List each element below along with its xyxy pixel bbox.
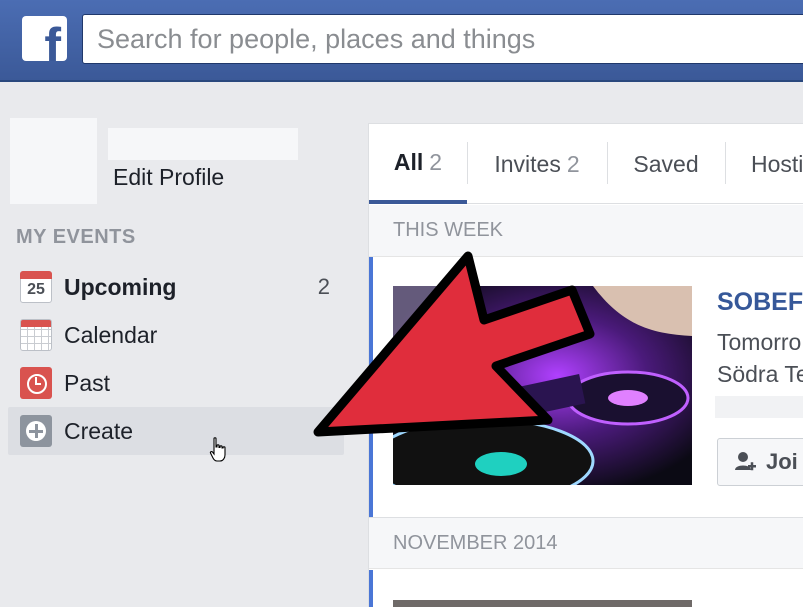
sidebar-item-upcoming[interactable]: 25 Upcoming 2	[8, 263, 344, 311]
sidebar-item-label: Create	[64, 417, 134, 444]
sidebar-item-label: Calendar	[64, 321, 158, 348]
facebook-logo-icon[interactable]: f	[22, 16, 67, 61]
search-input[interactable]	[82, 14, 803, 64]
calendar-date-icon: 25	[20, 271, 52, 303]
sidebar-item-create[interactable]: Create	[8, 407, 344, 455]
hand-cursor-icon	[209, 437, 226, 462]
events-tabs: All 2 Invites 2 Saved Hosti	[369, 124, 803, 204]
event-accent-bar	[369, 570, 373, 607]
top-bar: f	[0, 0, 803, 82]
edit-profile-link[interactable]: Edit Profile	[113, 164, 224, 191]
sidebar-item-past[interactable]: Past	[8, 359, 344, 407]
calendar-date-number: 25	[27, 281, 45, 298]
tab-label: Hosti	[751, 150, 803, 177]
add-person-icon	[735, 452, 756, 471]
plus-circle-icon	[20, 415, 52, 447]
logo-letter: f	[44, 18, 61, 61]
clock-icon	[20, 367, 52, 399]
event-location[interactable]: Södra Te	[717, 361, 803, 388]
red-arrow-annotation	[313, 251, 595, 437]
tab-label: Invites	[494, 150, 561, 177]
join-button[interactable]: Joi	[717, 438, 803, 486]
tab-count: 2	[566, 150, 580, 177]
tab-count: 2	[429, 148, 443, 175]
event-time: Tomorro	[717, 329, 802, 355]
event-detail-placeholder	[715, 396, 803, 418]
my-events-heading: MY EVENTS	[16, 226, 136, 248]
tab-saved[interactable]: Saved	[607, 124, 725, 204]
tab-label: Saved	[633, 150, 699, 177]
sidebar-item-label: Upcoming	[64, 273, 177, 300]
tab-all[interactable]: All 2	[369, 124, 467, 204]
tab-invites[interactable]: Invites 2	[467, 124, 607, 204]
profile-name[interactable]	[108, 128, 298, 160]
calendar-grid-icon	[20, 319, 52, 351]
profile-picture[interactable]	[10, 118, 97, 204]
tab-label: All	[393, 148, 424, 175]
sidebar-item-calendar[interactable]: Calendar	[8, 311, 344, 359]
join-label: Joi	[766, 449, 798, 474]
tab-hosting[interactable]: Hosti	[725, 124, 803, 204]
event-image[interactable]	[393, 600, 692, 607]
event-title[interactable]: SOBEF	[717, 288, 803, 317]
sidebar-item-label: Past	[64, 369, 111, 396]
section-header-november-2014: NOVEMBER 2014	[369, 517, 803, 569]
